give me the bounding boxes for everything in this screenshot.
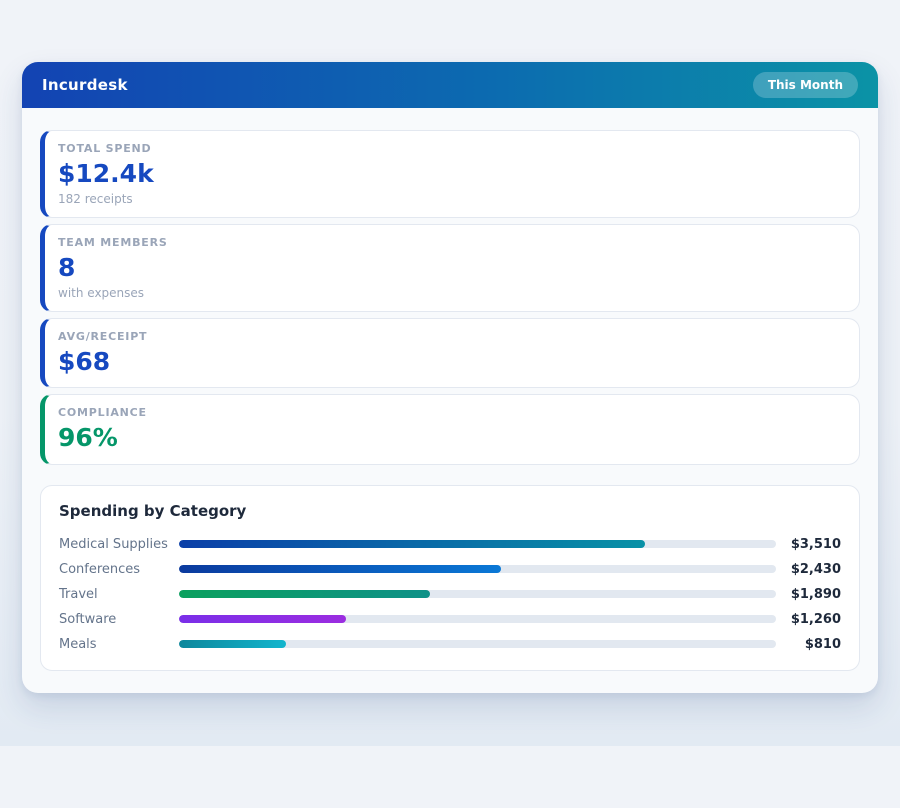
category-bar-fill	[179, 615, 346, 623]
spending-by-category-card: Spending by Category Medical Supplies $3,…	[40, 485, 860, 671]
stat-value: $68	[58, 348, 841, 377]
app-header: Incurdesk This Month	[22, 62, 878, 108]
category-bar-track	[179, 540, 776, 548]
stat-value: $12.4k	[58, 160, 841, 189]
category-label: Software	[59, 612, 179, 627]
stat-card-team-members: TEAM MEMBERS 8 with expenses	[40, 224, 860, 312]
category-chart-title: Spending by Category	[59, 502, 841, 520]
stat-card-compliance: COMPLIANCE 96%	[40, 394, 860, 465]
category-row-software: Software $1,260	[59, 611, 841, 627]
category-bar-track	[179, 590, 776, 598]
dashboard-panel: Incurdesk This Month TOTAL SPEND $12.4k 18…	[22, 62, 878, 693]
category-label: Meals	[59, 637, 179, 652]
stat-value: 96%	[58, 424, 841, 453]
category-value: $2,430	[786, 562, 841, 577]
stat-label: TEAM MEMBERS	[58, 236, 841, 249]
category-value: $3,510	[786, 537, 841, 552]
category-value: $1,890	[786, 587, 841, 602]
category-bar-fill	[179, 640, 286, 648]
category-bar-fill	[179, 565, 501, 573]
category-bar-fill	[179, 540, 645, 548]
stat-label: AVG/RECEIPT	[58, 330, 841, 343]
stat-subtext: 182 receipts	[58, 192, 841, 206]
category-label: Conferences	[59, 562, 179, 577]
category-row-meals: Meals $810	[59, 636, 841, 652]
category-value: $1,260	[786, 612, 841, 627]
category-bar-track	[179, 565, 776, 573]
stat-subtext: with expenses	[58, 286, 841, 300]
category-row-medical-supplies: Medical Supplies $3,510	[59, 536, 841, 552]
stat-card-list: TOTAL SPEND $12.4k 182 receipts TEAM MEMBER…	[40, 130, 860, 465]
category-value: $810	[786, 637, 841, 652]
stat-card-total-spend: TOTAL SPEND $12.4k 182 receipts	[40, 130, 860, 218]
stat-label: COMPLIANCE	[58, 406, 841, 419]
app-title: Incurdesk	[42, 76, 128, 94]
category-bar-track	[179, 615, 776, 623]
period-badge-button[interactable]: This Month	[753, 72, 858, 98]
category-label: Travel	[59, 587, 179, 602]
category-bar-fill	[179, 590, 430, 598]
category-row-list: Medical Supplies $3,510 Conferences $2,430 T…	[59, 536, 841, 652]
category-label: Medical Supplies	[59, 537, 179, 552]
category-row-conferences: Conferences $2,430	[59, 561, 841, 577]
stat-card-avg-receipt: AVG/RECEIPT $68	[40, 318, 860, 389]
category-row-travel: Travel $1,890	[59, 586, 841, 602]
stat-value: 8	[58, 254, 841, 283]
panel-body: TOTAL SPEND $12.4k 182 receipts TEAM MEMBER…	[22, 108, 878, 693]
stat-label: TOTAL SPEND	[58, 142, 841, 155]
category-bar-track	[179, 640, 776, 648]
